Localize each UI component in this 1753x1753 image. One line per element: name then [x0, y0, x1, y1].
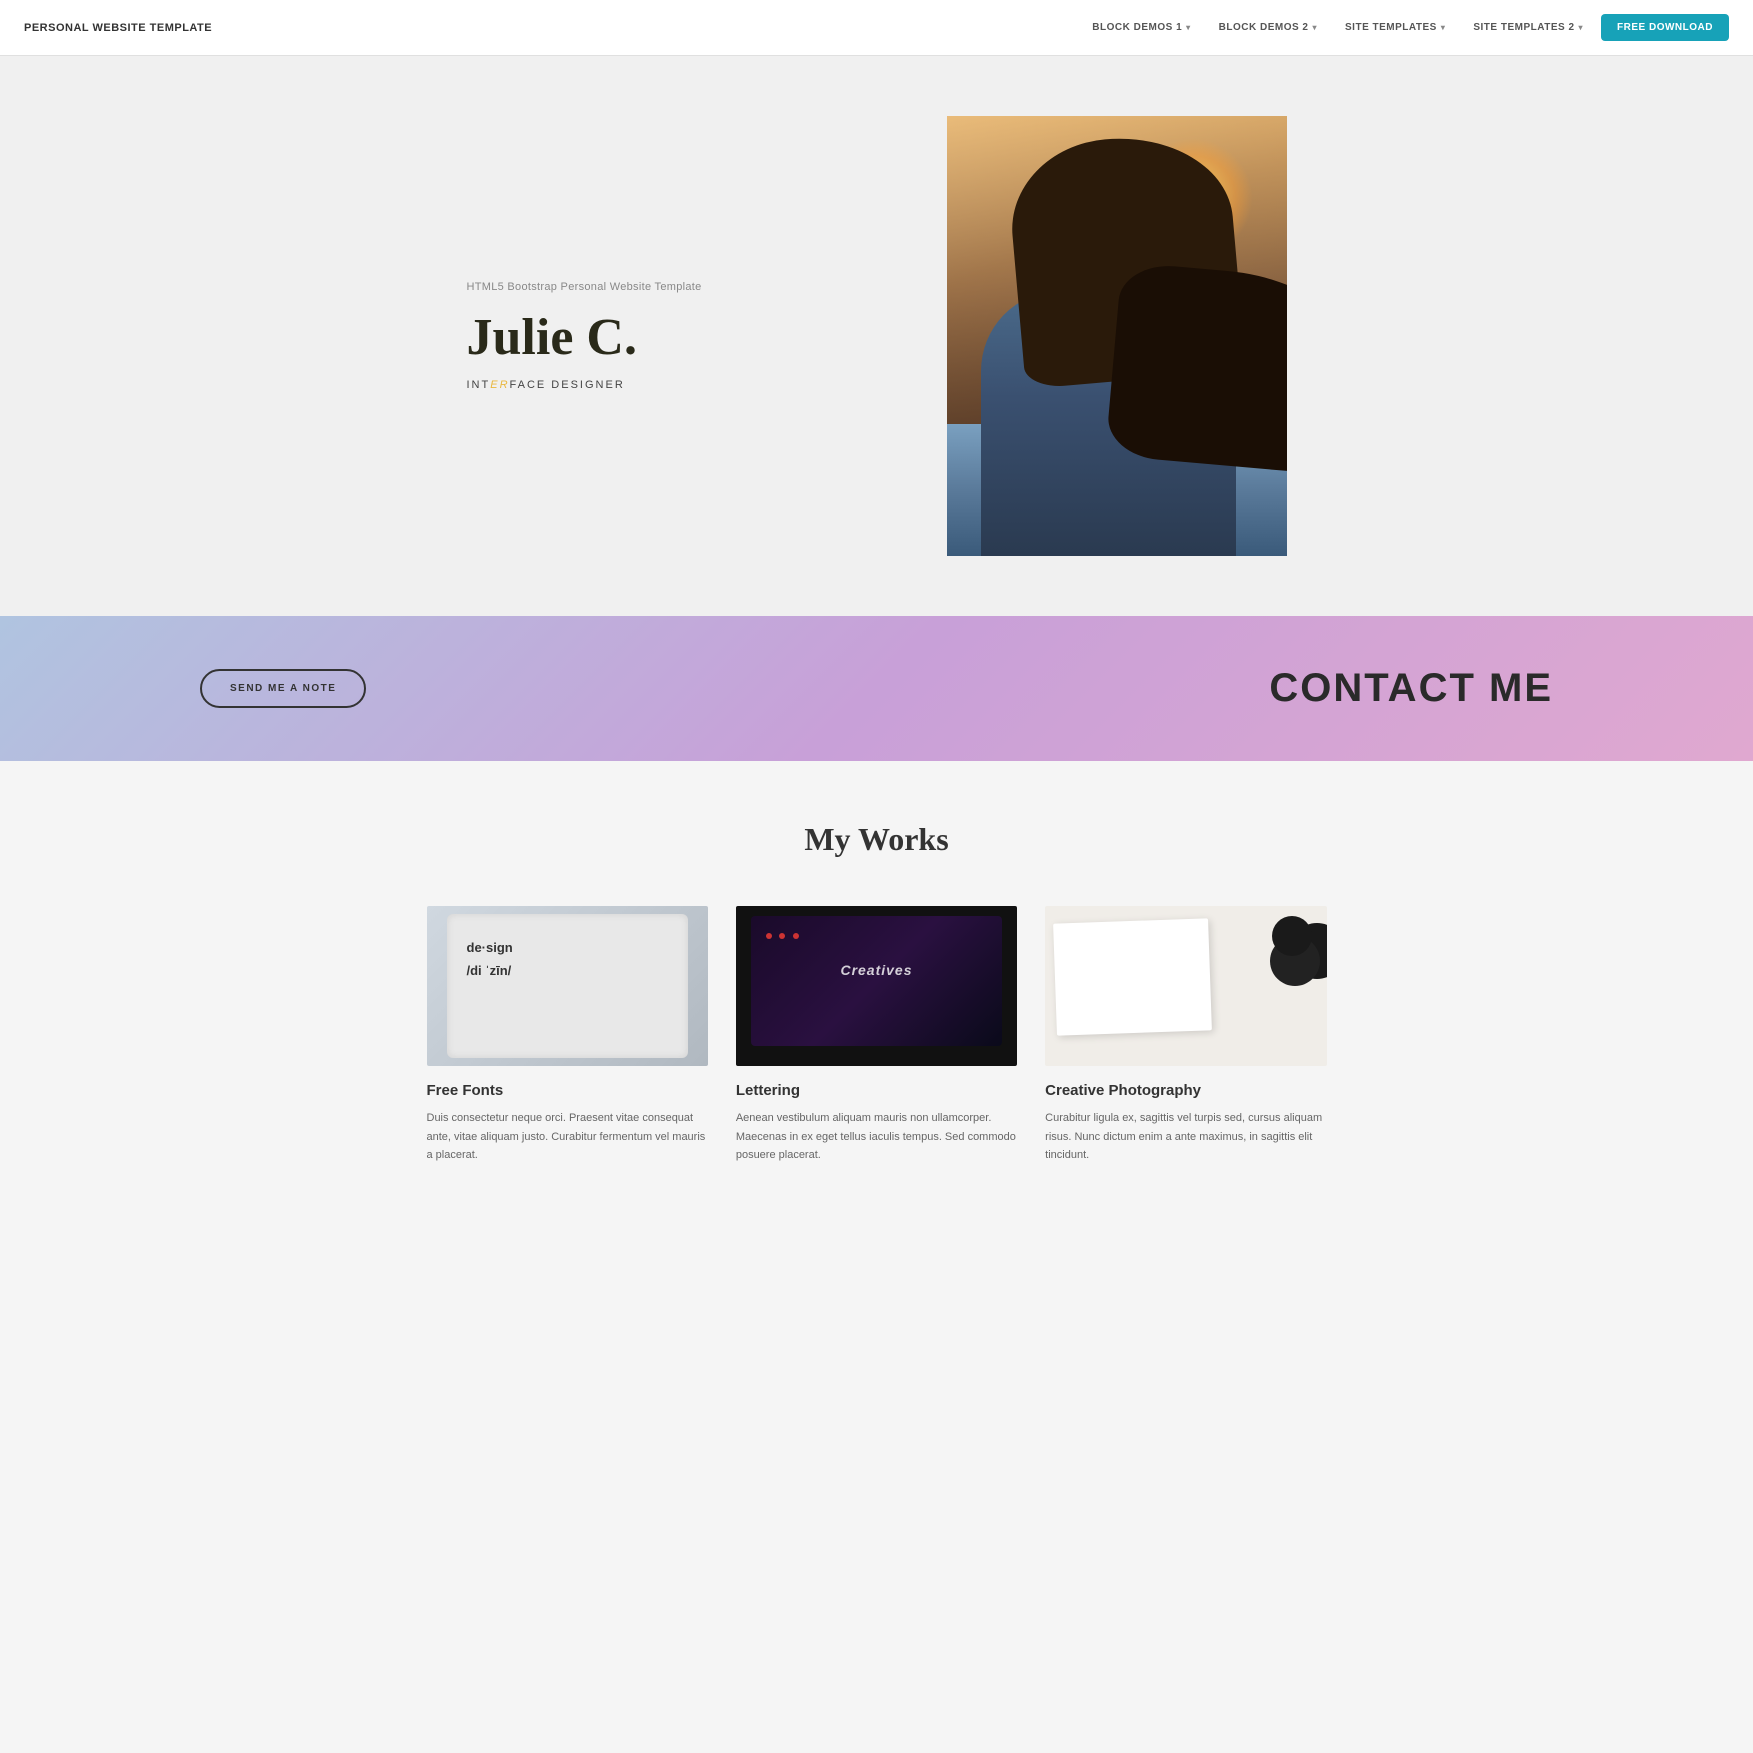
hero-subtitle: HTML5 Bootstrap Personal Website Templat…	[467, 281, 887, 293]
nav-site-templates[interactable]: SITE TEMPLATES ▾	[1335, 16, 1455, 39]
works-grid: Free Fonts Duis consectetur neque orci. …	[427, 906, 1327, 1165]
navbar: PERSONAL WEBSITE TEMPLATE BLOCK DEMOS 1 …	[0, 0, 1753, 56]
free-download-button[interactable]: FREE DOWNLOAD	[1601, 14, 1729, 41]
nav-block-demos-2[interactable]: BLOCK DEMOS 2 ▾	[1209, 16, 1327, 39]
figure-hair	[1004, 129, 1245, 389]
nav-links: BLOCK DEMOS 1 ▾ BLOCK DEMOS 2 ▾ SITE TEM…	[1082, 14, 1729, 41]
work-title-1: Free Fonts	[427, 1082, 708, 1099]
work-title-3: Creative Photography	[1045, 1082, 1326, 1099]
dropdown-caret-3: ▾	[1441, 23, 1446, 32]
send-note-button[interactable]: SEND ME A NOTE	[200, 669, 366, 708]
nav-site-templates-2[interactable]: SITE TEMPLATES 2 ▾	[1463, 16, 1593, 39]
works-section: My Works Free Fonts Duis consectetur neq…	[0, 761, 1753, 1245]
role-highlight: ER	[490, 379, 509, 391]
work-image-3	[1045, 906, 1326, 1066]
work-card-2: Lettering Aenean vestibulum aliquam maur…	[736, 906, 1017, 1165]
work-image-2	[736, 906, 1017, 1066]
role-suffix: FACE DESIGNER	[510, 379, 625, 391]
red-dot-1	[766, 933, 772, 939]
hero-name: Julie C.	[467, 309, 887, 366]
role-prefix: INT	[467, 379, 491, 391]
contact-banner: SEND ME A NOTE CONTACT ME	[0, 616, 1753, 761]
hero-text: HTML5 Bootstrap Personal Website Templat…	[467, 281, 887, 390]
dropdown-caret-4: ▾	[1579, 23, 1584, 32]
work-desc-1: Duis consectetur neque orci. Praesent vi…	[427, 1109, 708, 1165]
work-title-2: Lettering	[736, 1082, 1017, 1099]
work-card-3: Creative Photography Curabitur ligula ex…	[1045, 906, 1326, 1165]
hero-photo	[947, 116, 1287, 556]
work-image-1	[427, 906, 708, 1066]
hero-section: HTML5 Bootstrap Personal Website Templat…	[0, 56, 1753, 616]
red-dot-3	[793, 933, 799, 939]
red-dot-2	[779, 933, 785, 939]
site-brand: PERSONAL WEBSITE TEMPLATE	[24, 22, 212, 34]
nav-block-demos-1[interactable]: BLOCK DEMOS 1 ▾	[1082, 16, 1200, 39]
dropdown-caret-2: ▾	[1313, 23, 1318, 32]
work-desc-3: Curabitur ligula ex, sagittis vel turpis…	[1045, 1109, 1326, 1165]
works-section-title: My Works	[60, 821, 1693, 858]
hero-role: INTERFACE DESIGNER	[467, 379, 887, 391]
red-dots-decoration	[766, 926, 802, 944]
hero-image	[947, 116, 1287, 556]
work-desc-2: Aenean vestibulum aliquam mauris non ull…	[736, 1109, 1017, 1165]
dropdown-caret-1: ▾	[1186, 23, 1191, 32]
contact-title: CONTACT ME	[1269, 666, 1553, 711]
work-card-1: Free Fonts Duis consectetur neque orci. …	[427, 906, 708, 1165]
